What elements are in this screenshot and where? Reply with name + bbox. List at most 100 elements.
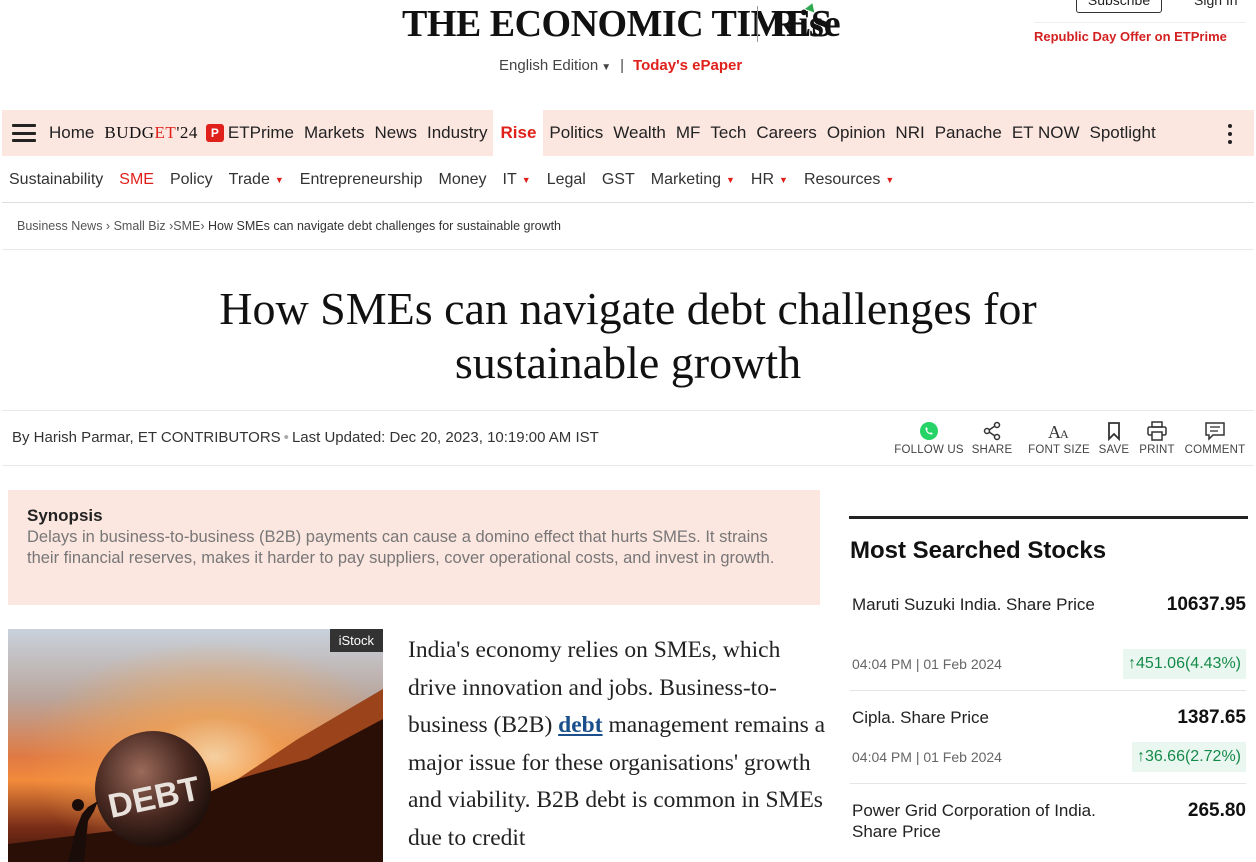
stock-change-badge: ↑451.06(4.43%) — [1123, 649, 1246, 679]
debt-link[interactable]: debt — [558, 712, 602, 738]
nav-opinion[interactable]: Opinion — [827, 123, 886, 143]
nav-rise-tab[interactable]: Rise — [493, 110, 544, 156]
follow-us-label: FOLLOW US — [894, 444, 964, 456]
synopsis-text: Delays in business-to-business (B2B) pay… — [27, 528, 775, 567]
nav-home[interactable]: Home — [49, 123, 94, 143]
nav-careers[interactable]: Careers — [756, 123, 816, 143]
stock-timestamp: 04:04 PM | 01 Feb 2024 — [852, 749, 1002, 765]
signin-link[interactable]: Sign In — [1194, 0, 1238, 8]
stock-item[interactable]: Cipla. Share Price 1387.65 04:04 PM | 01… — [850, 707, 1248, 779]
nav-industry[interactable]: Industry — [427, 123, 487, 143]
stock-item[interactable]: Maruti Suzuki India. Share Price 10637.9… — [850, 594, 1248, 686]
breadcrumb-business-news[interactable]: Business News — [17, 219, 102, 233]
comment-icon — [1182, 420, 1248, 442]
epaper-link[interactable]: Today's ePaper — [633, 57, 742, 74]
font-size-label: FONT SIZE — [1028, 444, 1090, 456]
comment-button[interactable]: COMMENT — [1182, 420, 1248, 456]
secondary-nav: Sustainability SME Policy Trade ▼ Entrepr… — [9, 170, 910, 190]
caret-down-icon: ▼ — [779, 174, 788, 185]
stock-divider — [850, 690, 1246, 691]
subnav-it[interactable]: IT ▼ — [503, 171, 531, 189]
nav-etprime[interactable]: P ETPrime — [205, 123, 295, 143]
breadcrumb: Business News › Small Biz ›SME› How SMEs… — [17, 219, 562, 233]
budget-prefix: BUDG — [104, 123, 155, 142]
stock-name[interactable]: Cipla. Share Price — [852, 707, 1102, 728]
nav-et-now[interactable]: ET NOW — [1012, 123, 1080, 143]
stock-name[interactable]: Power Grid Corporation of India. Share P… — [852, 800, 1102, 842]
nav-nri[interactable]: NRI — [895, 123, 924, 143]
arrow-up-icon: ↑ — [1128, 655, 1137, 672]
byline-dot: • — [283, 429, 289, 446]
edition-label: English Edition — [499, 57, 599, 74]
logo-divider — [757, 6, 758, 42]
subnav-legal[interactable]: Legal — [547, 171, 586, 189]
subnav-policy[interactable]: Policy — [170, 171, 213, 189]
etprime-icon: P — [205, 124, 224, 142]
article-image[interactable]: DEBT iStock — [8, 629, 383, 862]
caret-down-icon: ▼ — [274, 174, 284, 185]
more-menu-icon[interactable] — [1228, 124, 1232, 144]
share-button[interactable]: SHARE — [970, 420, 1014, 456]
arrow-up-icon: ↑ — [1136, 748, 1145, 765]
subnav-resources[interactable]: Resources ▼ — [804, 171, 894, 189]
stock-price: 10637.95 — [1166, 594, 1246, 615]
stock-timestamp: 04:04 PM | 01 Feb 2024 — [852, 656, 1002, 672]
subnav-money[interactable]: Money — [439, 171, 487, 189]
nav-panache[interactable]: Panache — [935, 123, 1002, 143]
breadcrumb-divider — [2, 249, 1254, 250]
subnav-marketing-label: Marketing — [650, 171, 721, 188]
nav-budget-24[interactable]: BUDGET'24 — [104, 123, 198, 143]
author[interactable]: By Harish Parmar, ET CONTRIBUTORS — [12, 429, 281, 446]
subnav-gst[interactable]: GST — [602, 171, 635, 189]
share-icon — [970, 420, 1014, 442]
nav-politics[interactable]: Politics — [549, 123, 603, 143]
font-size-icon: AA — [1028, 420, 1090, 442]
stock-name[interactable]: Maruti Suzuki India. Share Price — [852, 594, 1102, 615]
whatsapp-icon — [892, 420, 966, 442]
nav-wealth[interactable]: Wealth — [613, 123, 666, 143]
follow-us-button[interactable]: FOLLOW US — [892, 420, 966, 456]
byline-bottom-divider — [2, 465, 1254, 466]
caret-down-icon: ▼ — [601, 62, 612, 73]
article-headline: How SMEs can navigate debt challenges fo… — [219, 283, 1037, 388]
et-logo[interactable]: THE ECONOMIC TIMES — [402, 2, 832, 46]
debt-boulder-illustration: DEBT — [8, 629, 383, 862]
subnav-resources-label: Resources — [803, 171, 881, 188]
synopsis-box: Synopsis Delays in business-to-business … — [8, 490, 820, 605]
edition-selector[interactable]: English Edition ▼ — [499, 57, 611, 74]
subnav-entrepreneurship[interactable]: Entrepreneurship — [300, 171, 423, 189]
breadcrumb-sme[interactable]: SME — [173, 219, 200, 233]
subnav-marketing[interactable]: Marketing ▼ — [651, 171, 735, 189]
nav-spotlight[interactable]: Spotlight — [1090, 123, 1156, 143]
subscribe-button[interactable]: Subscribe — [1076, 0, 1162, 13]
article-byline: By Harish Parmar, ET CONTRIBUTORS • Last U… — [12, 429, 599, 446]
subnav-sme[interactable]: SME — [119, 171, 154, 189]
subnav-trade[interactable]: Trade ▼ — [229, 171, 284, 189]
subnav-hr[interactable]: HR ▼ — [751, 171, 788, 189]
nav-etprime-label: ETPrime — [227, 123, 295, 142]
primary-nav: Home BUDGET'24 P ETPrime Markets News Ind… — [2, 110, 1254, 156]
save-button[interactable]: SAVE — [1096, 420, 1132, 456]
font-size-button[interactable]: AA FONT SIZE — [1028, 420, 1090, 456]
nav-news[interactable]: News — [374, 123, 417, 143]
nav-mf[interactable]: MF — [676, 123, 701, 143]
etprime-offer-link[interactable]: Republic Day Offer on ETPrime — [1034, 29, 1227, 44]
caret-down-icon: ▼ — [885, 174, 895, 185]
stock-price: 265.80 — [1187, 800, 1246, 821]
subnav-sustainability[interactable]: Sustainability — [9, 171, 103, 189]
stock-divider — [850, 783, 1246, 784]
print-button[interactable]: PRINT — [1138, 420, 1176, 456]
hamburger-menu-icon[interactable] — [12, 124, 36, 142]
nav-tech[interactable]: Tech — [710, 123, 746, 143]
stock-change: 36.66(2.72%) — [1144, 748, 1241, 765]
subnav-trade-label: Trade — [228, 171, 270, 188]
svg-text:A: A — [1060, 427, 1069, 441]
stock-price: 1387.65 — [1177, 707, 1246, 728]
article-body: India's economy relies on SMEs, which dr… — [408, 632, 828, 857]
save-label: SAVE — [1098, 444, 1130, 456]
bookmark-icon — [1096, 420, 1132, 442]
breadcrumb-current: How SMEs can navigate debt challenges fo… — [208, 219, 562, 233]
stock-item[interactable]: Power Grid Corporation of India. Share P… — [850, 800, 1248, 860]
breadcrumb-small-biz[interactable]: Small Biz — [114, 219, 166, 233]
nav-markets[interactable]: Markets — [304, 123, 364, 143]
